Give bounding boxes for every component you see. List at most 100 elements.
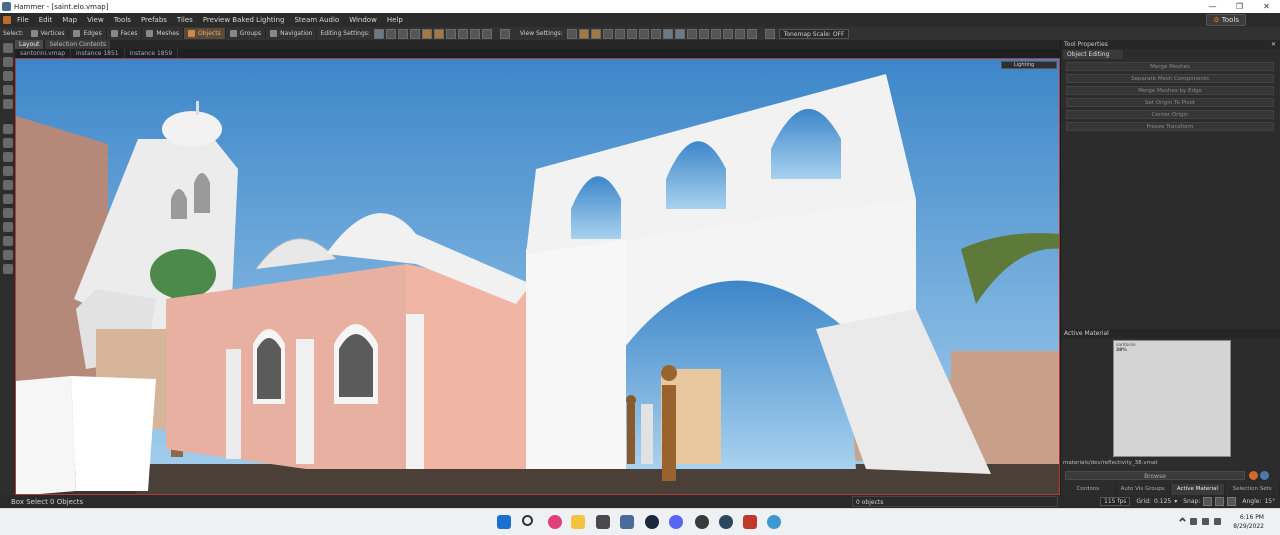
- tab-selection-sets[interactable]: Selection Sets: [1225, 484, 1280, 495]
- select-objects-button[interactable]: Objects: [184, 28, 226, 39]
- menu-map[interactable]: Map: [57, 13, 82, 27]
- tab-object-editing[interactable]: Object Editing: [1063, 50, 1123, 59]
- photos-icon[interactable]: [596, 515, 610, 529]
- path-tool-icon[interactable]: [2, 166, 13, 176]
- search-icon[interactable]: [522, 515, 533, 526]
- hammer-app-icon[interactable]: [743, 515, 757, 529]
- windows-start-icon[interactable]: [497, 515, 511, 529]
- texture-lock-icon[interactable]: [421, 28, 432, 39]
- merge-meshes-button[interactable]: Merge Meshes: [1066, 62, 1274, 71]
- chevron-up-icon[interactable]: [1178, 516, 1187, 525]
- polygon-tool-icon[interactable]: [2, 152, 13, 162]
- menu-edit[interactable]: Edit: [34, 13, 58, 27]
- material-tool-icon[interactable]: [2, 222, 13, 232]
- file-explorer-icon[interactable]: [548, 515, 562, 529]
- taskbar-clock[interactable]: 6:16 PM 8/29/2022: [1233, 513, 1264, 531]
- separate-mesh-components-button[interactable]: Separate Mesh Components: [1066, 74, 1274, 83]
- notes-icon[interactable]: [620, 515, 634, 529]
- tab-active-material[interactable]: Active Material: [1170, 484, 1226, 495]
- select-edges-button[interactable]: Edges: [69, 28, 107, 39]
- cube-icon[interactable]: [746, 28, 757, 39]
- minimize-button[interactable]: —: [1199, 0, 1226, 13]
- menu-file[interactable]: File: [12, 13, 34, 27]
- grid-tool-icon[interactable]: [2, 264, 13, 274]
- pivot-tool-icon[interactable]: [2, 99, 13, 109]
- doc-tab-instance-1851[interactable]: instance 1851: [71, 49, 125, 58]
- tiles-view-icon[interactable]: [674, 28, 685, 39]
- local-space-icon[interactable]: [385, 28, 396, 39]
- location-icon[interactable]: [695, 515, 709, 529]
- volume-icon[interactable]: [1202, 518, 1209, 525]
- select-navigation-button[interactable]: Navigation: [266, 28, 318, 39]
- extrude-tool-icon[interactable]: [2, 208, 13, 218]
- vehicle-icon[interactable]: [499, 28, 510, 39]
- material-preview[interactable]: santorini 38%: [1113, 340, 1231, 457]
- menu-steam-audio[interactable]: Steam Audio: [289, 13, 344, 27]
- lighting-mode-dropdown[interactable]: Lighting: [1001, 61, 1057, 69]
- models-icon[interactable]: [650, 28, 661, 39]
- select-faces-button[interactable]: Faces: [107, 28, 143, 39]
- select-through-icon[interactable]: [445, 28, 456, 39]
- network-app-icon[interactable]: [767, 515, 781, 529]
- menu-tools[interactable]: Tools: [109, 13, 136, 27]
- select-vertices-button[interactable]: Vertices: [27, 28, 70, 39]
- water-icon[interactable]: [734, 28, 745, 39]
- wifi-icon[interactable]: [1190, 518, 1197, 525]
- doc-tab-instance-1859[interactable]: instance 1859: [125, 49, 179, 58]
- select-tool-icon[interactable]: [2, 43, 13, 53]
- knife-tool-icon[interactable]: [2, 194, 13, 204]
- snap-vertex-icon[interactable]: [1215, 497, 1225, 506]
- move-tool-icon[interactable]: [2, 57, 13, 67]
- viewport-3d[interactable]: Lighting: [15, 58, 1060, 495]
- ignore-groups-icon[interactable]: [457, 28, 468, 39]
- skybox-icon[interactable]: [481, 28, 492, 39]
- decal-tool-icon[interactable]: [2, 236, 13, 246]
- battery-icon[interactable]: [1214, 518, 1221, 525]
- view-toggle-icon[interactable]: [566, 28, 577, 39]
- pivot-icon[interactable]: [397, 28, 408, 39]
- grid-control[interactable]: Grid: 0.125 ▾: [1136, 498, 1177, 505]
- menu-window[interactable]: Window: [344, 13, 382, 27]
- light-toggle-icon[interactable]: [578, 28, 589, 39]
- maximize-button[interactable]: ❐: [1226, 0, 1253, 13]
- select-meshes-button[interactable]: Meshes: [142, 28, 185, 39]
- mountain-icon[interactable]: [722, 28, 733, 39]
- doc-tab-map[interactable]: santorini.vmap: [15, 49, 72, 58]
- pick-material-icon[interactable]: [1249, 471, 1258, 480]
- steam-icon[interactable]: [645, 515, 659, 529]
- close-button[interactable]: ✕: [1253, 0, 1280, 13]
- grid-snap-icon[interactable]: [373, 28, 384, 39]
- particles-icon[interactable]: [626, 28, 637, 39]
- autoselect-icon[interactable]: [469, 28, 480, 39]
- center-origin-button[interactable]: Center Origin: [1066, 110, 1274, 119]
- rotate-tool-icon[interactable]: [2, 71, 13, 81]
- align-icon[interactable]: [409, 28, 420, 39]
- select-groups-button[interactable]: Groups: [226, 28, 267, 39]
- grid-view-icon[interactable]: [662, 28, 673, 39]
- freeze-transform-button[interactable]: Freeze Transform: [1066, 122, 1274, 131]
- close-icon[interactable]: ✕: [1271, 40, 1276, 49]
- tab-cordons[interactable]: Cordons: [1061, 484, 1116, 495]
- set-origin-to-pivot-button[interactable]: Set Origin To Pivot: [1066, 98, 1274, 107]
- search-icon[interactable]: [602, 28, 613, 39]
- player-icon[interactable]: [698, 28, 709, 39]
- apply-material-icon[interactable]: [1260, 471, 1269, 480]
- tab-auto-vis-groups[interactable]: Auto Vis Groups: [1116, 484, 1171, 495]
- fog-icon[interactable]: [614, 28, 625, 39]
- scale-tool-icon[interactable]: [2, 85, 13, 95]
- tonemap-scale-dropdown[interactable]: Tonemap Scale: OFF: [778, 28, 850, 39]
- folder-icon[interactable]: [571, 515, 585, 529]
- clip-tool-icon[interactable]: [2, 180, 13, 190]
- overlay-icon[interactable]: [638, 28, 649, 39]
- browse-button[interactable]: Browse: [1065, 471, 1245, 480]
- steam-alt-icon[interactable]: [719, 515, 733, 529]
- menu-prefabs[interactable]: Prefabs: [136, 13, 172, 27]
- snap-angle-icon[interactable]: [1227, 497, 1237, 506]
- tile-tool-icon[interactable]: [2, 250, 13, 260]
- menu-preview-baked-lighting[interactable]: Preview Baked Lighting: [198, 13, 290, 27]
- angle-control[interactable]: Angle: 15°: [1242, 498, 1275, 505]
- discord-icon[interactable]: [669, 515, 683, 529]
- tab-layout[interactable]: Layout: [15, 40, 44, 49]
- scale-lock-icon[interactable]: [433, 28, 444, 39]
- paint-icon[interactable]: [710, 28, 721, 39]
